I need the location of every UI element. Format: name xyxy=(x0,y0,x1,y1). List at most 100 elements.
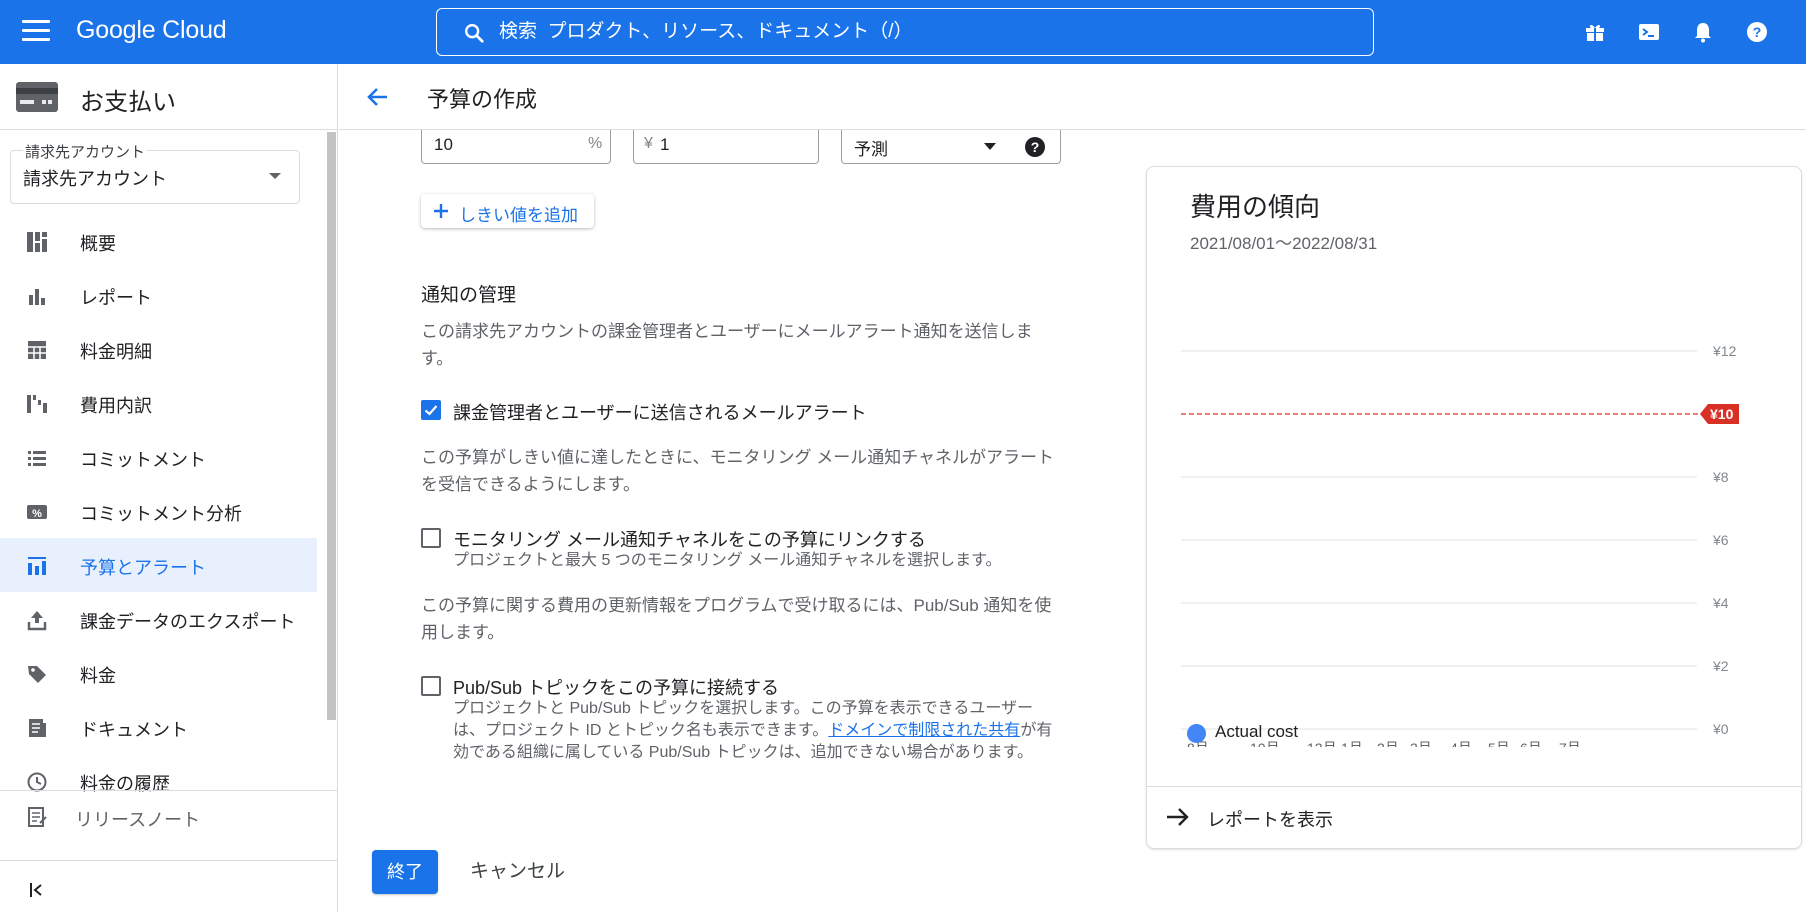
list-icon xyxy=(28,451,46,466)
divider xyxy=(0,860,338,861)
pubsub-label: Pub/Sub トピックをこの予算に接続する xyxy=(453,678,780,698)
search-box[interactable] xyxy=(436,8,1374,56)
help-icon[interactable]: ? xyxy=(1745,20,1769,44)
nav-item-label: 料金 xyxy=(80,666,116,686)
release-notes-link[interactable]: リリースノート xyxy=(0,790,338,844)
dropdown-arrow-icon xyxy=(984,143,996,150)
view-report-link[interactable]: レポートを表示 xyxy=(1147,787,1801,847)
email-alert-label: 課金管理者とユーザーに送信されるメールアラート xyxy=(453,403,867,423)
bar-chart-icon xyxy=(29,289,45,305)
nav-item-label: 予算とアラート xyxy=(80,558,206,578)
back-arrow-icon[interactable] xyxy=(365,84,391,110)
currency-prefix: ¥ xyxy=(644,135,653,152)
nav-header: お支払い xyxy=(0,64,338,129)
view-report-label: レポートを表示 xyxy=(1207,810,1333,830)
gift-icon[interactable] xyxy=(1583,20,1607,44)
plus-icon xyxy=(434,204,448,218)
google-cloud-logo[interactable]: Google Cloud xyxy=(76,16,227,45)
collapse-nav-icon[interactable] xyxy=(26,879,48,901)
document-icon xyxy=(29,719,46,737)
nav-item-documents[interactable]: ドキュメント xyxy=(0,700,317,754)
x-tick-label: 12月 xyxy=(1307,740,1337,747)
search-input[interactable] xyxy=(499,19,1299,45)
nav-item-cost-table[interactable]: 料金明細 xyxy=(0,322,317,376)
done-button[interactable]: 終了 xyxy=(372,850,438,894)
legend-swatch xyxy=(1187,724,1206,743)
nav-item-overview[interactable]: 概要 xyxy=(0,214,317,268)
nav-item-commitments[interactable]: コミットメント xyxy=(0,430,317,484)
nav-item-cost-breakdown[interactable]: 費用内訳 xyxy=(0,376,317,430)
billing-account-value: 請求先アカウント xyxy=(23,169,167,189)
left-navigation: お支払い 請求先アカウント 請求先アカウント 概要 レポート 料金明細 費用内訳… xyxy=(0,64,338,912)
tag-icon xyxy=(28,666,46,683)
nav-item-label: 料金明細 xyxy=(80,342,152,362)
nav-scrollbar[interactable] xyxy=(327,132,336,720)
trigger-value: 予測 xyxy=(854,140,888,159)
notifications-description: この請求先アカウントの課金管理者とユーザーにメールアラート通知を送信します。 xyxy=(421,322,1033,368)
percent-suffix: % xyxy=(588,135,603,152)
y-tick-label: ¥6 xyxy=(1712,532,1729,548)
billing-card-icon xyxy=(16,82,58,112)
table-icon xyxy=(28,341,46,359)
threshold-percent-value: 10 xyxy=(434,135,453,154)
page-header: 予算の作成 xyxy=(339,64,1806,130)
add-threshold-label: しきい値を追加 xyxy=(459,206,578,225)
dashboard-icon xyxy=(27,232,47,252)
search-icon xyxy=(465,24,484,43)
y-tick-label: ¥2 xyxy=(1712,658,1729,674)
email-alert-checkbox[interactable] xyxy=(421,400,441,420)
nav-item-budgets-alerts[interactable]: 予算とアラート xyxy=(0,538,317,592)
x-tick-label: 2月 xyxy=(1377,740,1399,747)
y-tick-label: ¥0 xyxy=(1712,721,1729,737)
x-tick-label: 4月 xyxy=(1450,740,1472,747)
top-app-bar: Google Cloud ? xyxy=(0,0,1806,64)
menu-icon[interactable] xyxy=(22,20,50,44)
notifications-icon[interactable] xyxy=(1691,20,1715,44)
chart-title: 費用の傾向 xyxy=(1190,192,1321,222)
svg-text:%: % xyxy=(32,508,42,520)
chart-date-range: 2021/08/01〜2022/08/31 xyxy=(1190,234,1378,253)
x-tick-label: 5月 xyxy=(1488,740,1510,747)
percent-icon: % xyxy=(27,505,47,520)
threshold-amount-value: 1 xyxy=(660,135,670,154)
nav-item-reports[interactable]: レポート xyxy=(0,268,317,322)
waterfall-icon xyxy=(27,395,47,413)
threshold-percent-field[interactable]: 10 % xyxy=(421,130,611,164)
checkmark-icon xyxy=(424,405,438,416)
svg-text:?: ? xyxy=(1753,24,1762,40)
pubsub-sublabel: プロジェクトと Pub/Sub トピックを選択します。この予算を表示できるユーザ… xyxy=(453,698,1063,764)
nav-item-pricing[interactable]: 料金 xyxy=(0,646,317,700)
x-tick-label: 7月 xyxy=(1559,740,1581,747)
threshold-amount-field[interactable]: ¥ 1 xyxy=(633,130,819,164)
budget-label: ¥10 xyxy=(1710,406,1734,422)
nav-item-commitment-analysis[interactable]: % コミットメント分析 xyxy=(0,484,317,538)
domain-restricted-sharing-link[interactable]: ドメインで制限された共有 xyxy=(828,722,1020,739)
pubsub-description: この予算に関する費用の更新情報をプログラムで受け取るには、Pub/Sub 通知を… xyxy=(421,596,1052,642)
page-title: 予算の作成 xyxy=(427,87,538,112)
nav-item-label: レポート xyxy=(80,288,152,308)
x-tick-label: 6月 xyxy=(1520,740,1542,747)
nav-item-billing-export[interactable]: 課金データのエクスポート xyxy=(0,592,317,646)
y-tick-label: ¥4 xyxy=(1712,595,1729,611)
x-tick-label: 1月 xyxy=(1341,740,1363,747)
billing-account-select[interactable]: 請求先アカウント 請求先アカウント xyxy=(10,141,300,204)
add-threshold-button[interactable]: しきい値を追加 xyxy=(421,194,594,228)
cloud-shell-icon[interactable] xyxy=(1637,20,1661,44)
svg-text:?: ? xyxy=(1031,139,1040,155)
nav-title: お支払い xyxy=(80,89,176,116)
cost-trend-card: 費用の傾向 2021/08/01〜2022/08/31 ¥12 ¥8 ¥6 ¥4 ¥2 ¥… xyxy=(1146,166,1802,849)
help-icon[interactable]: ? xyxy=(1024,136,1046,158)
nav-item-label: コミットメント xyxy=(80,450,206,470)
trigger-select[interactable]: 予測 ? xyxy=(841,130,1061,164)
nav-item-label: 費用内訳 xyxy=(80,396,152,416)
arrow-right-icon xyxy=(1167,808,1189,826)
nav-item-label: コミットメント分析 xyxy=(80,504,242,524)
cancel-button[interactable]: キャンセル xyxy=(470,850,570,894)
nav-item-label: 課金データのエクスポート xyxy=(80,612,296,632)
pubsub-checkbox[interactable] xyxy=(421,676,441,696)
monitoring-description: この予算がしきい値に達したときに、モニタリング メール通知チャネルがアラートを受… xyxy=(421,448,1055,494)
nav-item-label: 概要 xyxy=(80,234,116,254)
nav-item-label: ドキュメント xyxy=(80,720,188,740)
monitoring-channel-checkbox[interactable] xyxy=(421,528,441,548)
x-tick-label: 3月 xyxy=(1410,740,1432,747)
